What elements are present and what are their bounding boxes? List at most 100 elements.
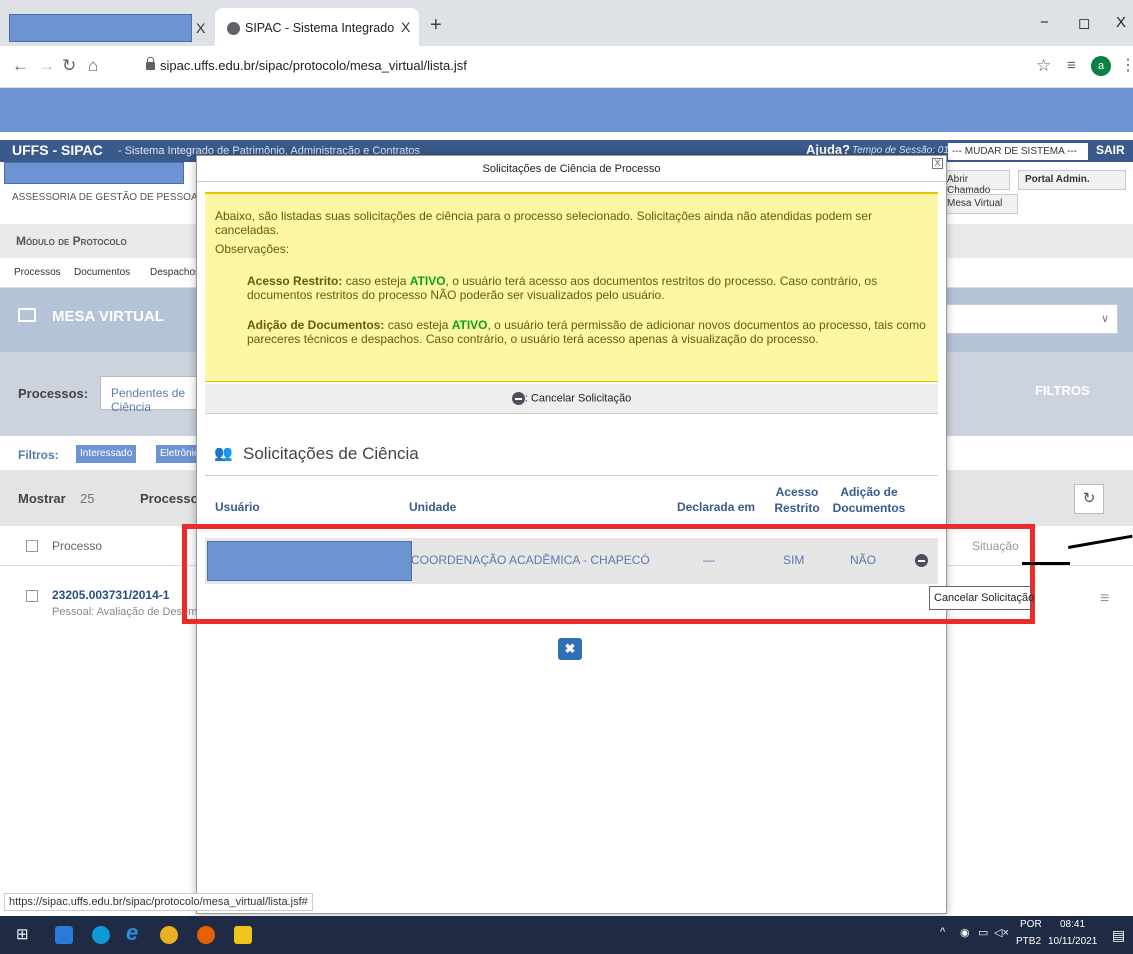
menu-item-documentos[interactable]: Documentos (74, 267, 130, 278)
redacted-tab[interactable] (9, 14, 192, 42)
menu-item-despachos[interactable]: Despachos (150, 267, 200, 278)
show-label: Mostrar (18, 491, 66, 506)
requests-heading: 👥 Solicitações de Ciência (205, 434, 938, 476)
url-field[interactable]: sipac.uffs.edu.br/sipac/protocolo/mesa_v… (160, 58, 467, 73)
cancel-legend: : Cancelar Solicitação (205, 392, 938, 405)
callout-line (1022, 562, 1070, 565)
process-number[interactable]: 23205.003731/2014-1 (52, 588, 169, 602)
quick-link-chamado[interactable]: Abrir Chamado (940, 170, 1010, 196)
processes-label: Processos: (18, 386, 89, 401)
modal-header: Solicitações de Ciência de Processo X (197, 156, 946, 182)
display-icon[interactable]: ▭ (978, 926, 988, 939)
info-notice: Abaixo, são listadas suas solicitações d… (205, 192, 938, 382)
tab-close-icon[interactable]: X (401, 19, 410, 35)
section-title: MESA VIRTUAL (52, 308, 164, 325)
users-icon: 👥 (214, 445, 233, 462)
address-bar: ← → ↻ ⌂ sipac.uffs.edu.br/sipac/protocol… (0, 46, 1133, 88)
windows-start-icon[interactable]: ⊞ (16, 925, 29, 943)
requests-title: Solicitações de Ciência (243, 444, 419, 463)
edge-icon[interactable] (92, 926, 110, 944)
tab-title: SIPAC - Sistema Integrado de Patr (245, 21, 395, 35)
quick-link-portal[interactable]: Portal Admin. (1018, 170, 1126, 190)
browser-tab-bar: X SIPAC - Sistema Integrado de Patr X + … (0, 0, 1133, 46)
column-declarada: Declarada em (677, 500, 756, 514)
window-close-button[interactable]: X (1116, 14, 1126, 31)
back-arrow-icon[interactable]: ← (12, 56, 29, 76)
volume-icon[interactable]: ◁× (994, 926, 1009, 939)
processes-select[interactable]: Pendentes de Ciência (100, 376, 210, 414)
chrome-icon[interactable] (160, 926, 178, 944)
legend-bar: : Cancelar Solicitação (205, 384, 938, 414)
column-acesso-restrito: Acesso Restrito (774, 485, 820, 515)
requests-table-header: Usuário Unidade Declarada em Acesso Rest… (205, 476, 938, 524)
filters-label: Filtros: (18, 448, 59, 462)
notice-restricted: Acesso Restrito: caso esteja ATIVO, o us… (247, 274, 931, 302)
notice-documents: Adição de Documentos: caso esteja ATIVO,… (247, 318, 931, 346)
forward-arrow-icon[interactable]: → (38, 56, 55, 76)
column-usuario: Usuário (215, 500, 260, 514)
status-url: https://sipac.uffs.edu.br/sipac/protocol… (4, 893, 313, 911)
restricted-label: Acesso Restrito: (247, 274, 343, 288)
language-indicator[interactable]: POR (1020, 919, 1042, 930)
bookmark-star-icon[interactable]: ☆ (1036, 56, 1051, 76)
chevron-down-icon: ∨ (1100, 313, 1109, 325)
keyboard-layout[interactable]: PTB2 (1016, 936, 1041, 947)
menu-item-processos[interactable]: Processos (14, 267, 61, 278)
minimize-button[interactable]: − (1040, 14, 1049, 31)
active-tab[interactable]: SIPAC - Sistema Integrado de Patr X (215, 8, 419, 46)
active-word: ATIVO (409, 274, 446, 288)
reload-icon[interactable]: ↻ (62, 56, 76, 76)
module-title[interactable]: Módulo de Protocolo (16, 234, 127, 248)
lock-icon (146, 57, 155, 70)
column-processo: Processo (52, 539, 103, 553)
select-all-checkbox[interactable] (26, 540, 38, 552)
notice-intro: Abaixo, são listadas suas solicitações d… (215, 209, 873, 237)
globe-icon (227, 22, 240, 35)
close-modal-button[interactable]: ✖ (558, 638, 582, 660)
monitor-icon (18, 308, 36, 322)
active-word: ATIVO (451, 318, 488, 332)
red-highlight-box (182, 524, 1035, 624)
notification-icon[interactable]: ▤ (1112, 927, 1125, 944)
department-label: ASSESSORIA DE GESTÃO DE PESSOAS (12, 192, 205, 203)
home-icon[interactable]: ⌂ (88, 56, 98, 76)
clock-date[interactable]: 10/11/2021 (1048, 936, 1097, 947)
cancel-tooltip: Cancelar Solicitação (929, 586, 1034, 610)
refresh-icon[interactable]: ↻ (1074, 484, 1104, 514)
firefox-icon[interactable] (197, 926, 215, 944)
file-explorer-icon[interactable] (55, 926, 73, 944)
filter-chip[interactable]: Interessado (76, 445, 137, 463)
system-title: UFFS - SIPAC (12, 142, 103, 158)
chevron-up-icon[interactable]: ^ (940, 926, 945, 938)
more-menu-icon[interactable]: ⋮ (1120, 55, 1133, 75)
docs-text: caso esteja (384, 318, 452, 332)
quick-link-mesa[interactable]: Mesa Virtual (940, 194, 1018, 214)
minus-circle-icon (511, 392, 525, 405)
modal-title: Solicitações de Ciência de Processo (482, 163, 661, 175)
ie-icon[interactable]: e (126, 920, 138, 946)
docs-label: Adição de Documentos: (247, 318, 385, 332)
restore-button[interactable]: ◻ (1078, 14, 1090, 32)
notice-observations: Observações: (215, 242, 290, 256)
column-unidade: Unidade (409, 500, 457, 514)
row-menu-icon[interactable]: ≡ (1100, 590, 1109, 608)
redacted-bar (0, 88, 1133, 132)
windows-taskbar: ⊞ e ^ ◉ ▭ ◁× POR PTB2 08:41 10/11/2021 ▤ (0, 916, 1133, 954)
tab-close-icon[interactable]: X (196, 20, 205, 36)
filters-button[interactable]: FILTROS (1035, 383, 1090, 398)
restricted-text: caso esteja (342, 274, 410, 288)
network-icon[interactable]: ◉ (960, 926, 970, 939)
row-checkbox[interactable] (26, 590, 38, 602)
profile-avatar[interactable]: a (1091, 56, 1111, 76)
app-icon[interactable] (234, 926, 252, 944)
new-tab-button[interactable]: + (430, 14, 442, 37)
page-size-select[interactable]: 25 (80, 491, 94, 506)
column-adicao-documentos: Adição de Documentos (832, 485, 906, 515)
cancel-legend-text: : Cancelar Solicitação (524, 392, 632, 405)
change-system-select[interactable]: --- MUDAR DE SISTEMA --- (948, 143, 1088, 160)
unit-select[interactable]: ∨ (940, 304, 1118, 334)
logout-link[interactable]: SAIR (1096, 143, 1125, 157)
reading-list-icon[interactable]: ≡ (1067, 57, 1076, 74)
clock-time[interactable]: 08:41 (1060, 919, 1085, 930)
modal-close-icon[interactable]: X (932, 158, 943, 169)
